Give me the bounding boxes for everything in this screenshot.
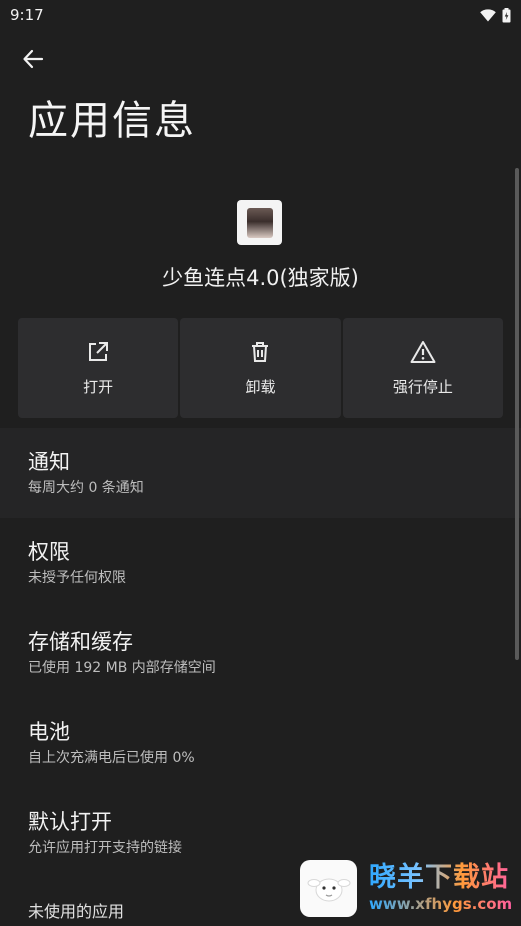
force-stop-button-label: 强行停止 (392, 377, 453, 396)
scrollbar[interactable] (515, 168, 519, 660)
list-item-subtitle: 已使用 192 MB 内部存储空间 (28, 660, 216, 676)
open-external-icon (86, 340, 110, 368)
uninstall-button-label: 卸载 (245, 377, 276, 396)
watermark-url: www.xfhygs.com (369, 895, 513, 913)
list-item-battery[interactable]: 电池 自上次充满电后已使用 0% (0, 698, 521, 788)
status-icons (480, 7, 511, 23)
open-button-label: 打开 (83, 377, 114, 396)
settings-list: 通知 每周大约 0 条通知 权限 未授予任何权限 存储和缓存 已使用 192 M… (0, 428, 521, 926)
list-item-title: 电池 (28, 720, 70, 744)
trash-icon (248, 340, 272, 368)
list-item-subtitle: 自上次充满电后已使用 0% (28, 750, 195, 766)
arrow-left-icon (22, 48, 44, 74)
action-row: 打开 卸载 强行停止 (18, 318, 503, 418)
list-item-title: 存储和缓存 (28, 630, 133, 654)
watermark: 晓羊下载站 www.xfhygs.com (300, 858, 521, 918)
list-item-notifications[interactable]: 通知 每周大约 0 条通知 (0, 428, 521, 518)
sheep-logo-icon (300, 859, 357, 917)
wifi-icon (480, 8, 496, 22)
watermark-title: 晓羊下载站 (369, 862, 512, 894)
open-button[interactable]: 打开 (18, 318, 179, 418)
page-title: 应用信息 (28, 98, 196, 144)
app-icon (237, 200, 282, 245)
list-item-permissions[interactable]: 权限 未授予任何权限 (0, 518, 521, 608)
warning-icon (410, 340, 436, 368)
list-item-storage[interactable]: 存储和缓存 已使用 192 MB 内部存储空间 (0, 608, 521, 698)
back-button[interactable] (18, 46, 48, 76)
list-item-subtitle: 每周大约 0 条通知 (28, 480, 144, 496)
list-item-title: 权限 (28, 540, 70, 564)
watermark-text: 晓羊下载站 www.xfhygs.com (369, 862, 512, 914)
list-item-subtitle: 未授予任何权限 (28, 570, 126, 586)
battery-icon (502, 7, 511, 23)
list-item-title: 默认打开 (28, 810, 112, 834)
app-info-screen: 9:17 应用信息 少鱼连点4.0(独家版) 打开 卸载 强行停止 通知 每周大… (0, 0, 521, 926)
status-time: 9:17 (10, 6, 44, 24)
uninstall-button[interactable]: 卸载 (180, 318, 341, 418)
force-stop-button[interactable]: 强行停止 (342, 318, 503, 418)
app-icon-image (246, 207, 273, 238)
list-item-subtitle: 允许应用打开支持的链接 (28, 840, 182, 856)
status-bar: 9:17 (0, 0, 521, 30)
app-name: 少鱼连点4.0(独家版) (162, 266, 359, 290)
list-item-title: 通知 (28, 450, 70, 474)
